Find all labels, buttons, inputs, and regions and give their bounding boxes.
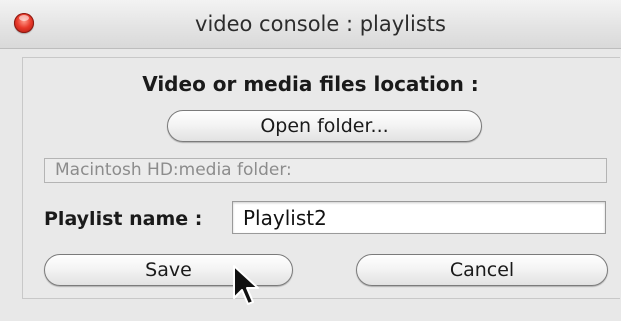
title-bar[interactable]: video console : playlists <box>0 0 621 49</box>
folder-path-field: Macintosh HD:media folder: <box>44 158 607 183</box>
location-heading: Video or media files location : <box>142 72 479 96</box>
mouse-pointer-icon <box>233 265 259 305</box>
playlist-name-input[interactable] <box>232 201 606 234</box>
playlist-name-label: Playlist name : <box>44 208 203 230</box>
window-title: video console : playlists <box>195 12 446 36</box>
open-folder-button[interactable]: Open folder... <box>167 110 482 142</box>
playlists-window: video console : playlists Video or media… <box>0 0 621 321</box>
cancel-button[interactable]: Cancel <box>356 254 608 286</box>
